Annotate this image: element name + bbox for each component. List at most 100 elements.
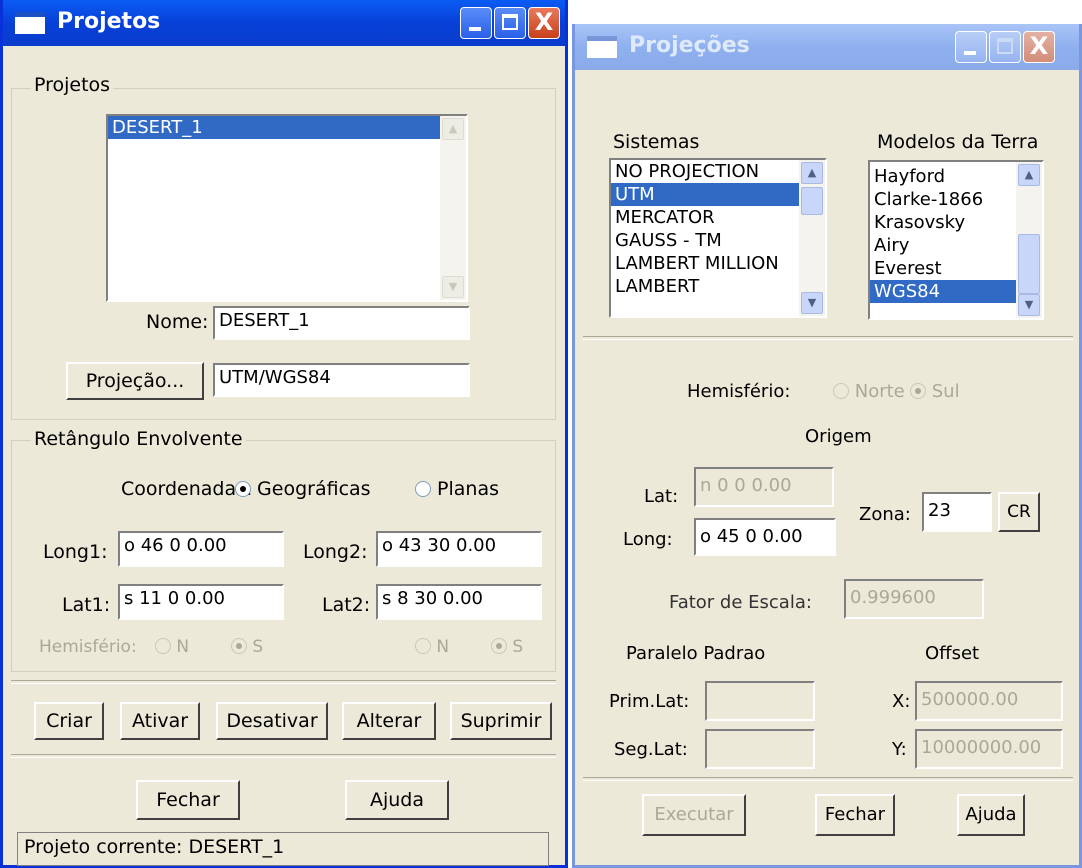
fator-label: Fator de Escala: <box>669 592 812 613</box>
projecao-field[interactable]: UTM/WGS84 <box>213 363 470 397</box>
alterar-button[interactable]: Alterar <box>342 702 436 740</box>
projetos-window: Projetos X Projetos DESERT_1 ▲ ▼ Nome: D… <box>0 0 568 868</box>
prim-lat-input[interactable] <box>705 681 815 721</box>
hem2-s-option[interactable]: S <box>491 637 523 657</box>
planas-label: Planas <box>437 478 500 500</box>
ativar-button[interactable]: Ativar <box>120 702 200 740</box>
sistema-list-item[interactable]: UTM <box>611 183 825 206</box>
sistema-list-item[interactable]: GAUSS - TM <box>611 229 825 252</box>
modelos-listbox[interactable]: Hayford Clarke-1866 Krasovsky Airy Everest WG… <box>868 160 1044 320</box>
lat-input[interactable]: n 0 0 0.00 <box>694 467 834 507</box>
projetos-group-label: Projetos <box>31 74 114 96</box>
window-icon <box>587 36 617 58</box>
seg-lat-input[interactable] <box>705 729 815 769</box>
hem2-s-label: S <box>512 637 524 657</box>
separator-bottom <box>583 777 1073 781</box>
radio-hem1-s[interactable] <box>231 638 247 654</box>
close-button[interactable]: X <box>528 7 560 39</box>
scroll-down-icon[interactable]: ▼ <box>801 292 823 314</box>
minimize-button[interactable] <box>460 7 492 39</box>
hemisferio-label: Hemisfério: <box>39 637 137 657</box>
executar-button[interactable]: Executar <box>642 794 746 836</box>
sistemas-list-items: NO PROJECTION UTM MERCATOR GAUSS - TM LAMBER… <box>611 160 825 298</box>
maximize-button[interactable] <box>494 7 526 39</box>
coord-planas-option[interactable]: Planas <box>415 478 499 500</box>
desativar-button[interactable]: Desativar <box>216 702 328 740</box>
projects-listbox[interactable]: DESERT_1 ▲ ▼ <box>106 114 468 302</box>
projetos-title-bar[interactable]: Projetos X <box>3 0 565 46</box>
long1-input[interactable]: o 46 0 0.00 <box>118 531 284 567</box>
sistemas-listbox[interactable]: NO PROJECTION UTM MERCATOR GAUSS - TM LAMBER… <box>609 158 827 318</box>
x-label: X: <box>892 691 911 712</box>
projects-scrollbar[interactable]: ▲ ▼ <box>440 116 466 300</box>
x-input[interactable]: 500000.00 <box>915 681 1063 721</box>
hem-norte-option[interactable]: Norte <box>833 381 905 402</box>
modelos-scrollbar[interactable]: ▲ ▼ <box>1016 162 1042 318</box>
minimize-button[interactable] <box>955 31 987 63</box>
status-bar: Projeto corrente: DESERT_1 <box>17 832 549 866</box>
separator-2 <box>11 754 556 758</box>
scroll-thumb[interactable] <box>1018 234 1040 294</box>
project-list-item[interactable]: DESERT_1 <box>108 116 466 139</box>
prim-lat-label: Prim.Lat: <box>609 691 690 712</box>
scroll-up-icon[interactable]: ▲ <box>801 162 823 184</box>
radio-sul[interactable] <box>910 383 926 399</box>
hem1-s-option[interactable]: S <box>231 637 263 657</box>
zona-label: Zona: <box>859 504 911 525</box>
scroll-down-icon[interactable]: ▼ <box>442 276 464 298</box>
maximize-button[interactable] <box>989 31 1021 63</box>
fechar-button[interactable]: Fechar <box>136 780 240 820</box>
zona-input[interactable]: 23 <box>922 492 992 532</box>
minimize-icon <box>469 27 481 31</box>
scroll-up-icon[interactable]: ▲ <box>442 118 464 140</box>
ajuda-button[interactable]: Ajuda <box>345 780 449 820</box>
long2-input[interactable]: o 43 30 0.00 <box>376 531 542 567</box>
sistema-list-item[interactable]: NO PROJECTION <box>611 160 825 183</box>
nome-input[interactable]: DESERT_1 <box>213 306 470 340</box>
sistema-list-item[interactable]: MERCATOR <box>611 206 825 229</box>
radio-planas[interactable] <box>415 481 431 497</box>
projecoes-title-bar[interactable]: Projeções X <box>575 24 1079 70</box>
radio-norte[interactable] <box>833 383 849 399</box>
criar-button[interactable]: Criar <box>34 702 104 740</box>
projetos-title: Projetos <box>57 9 161 34</box>
projecao-button[interactable]: Projeção... <box>66 362 204 400</box>
hem2-n-option[interactable]: N <box>415 637 449 657</box>
hem1-n-option[interactable]: N <box>155 637 189 657</box>
window-icon <box>15 12 45 34</box>
radio-hem2-s[interactable] <box>491 638 507 654</box>
hem-sul-option[interactable]: Sul <box>910 381 960 402</box>
lat1-label: Lat1: <box>62 594 111 616</box>
scroll-thumb[interactable] <box>801 187 823 215</box>
fator-input[interactable]: 0.999600 <box>844 579 984 619</box>
sul-label: Sul <box>931 381 960 402</box>
maximize-icon <box>997 38 1013 54</box>
coord-geograficas-option[interactable]: Geográficas <box>235 478 371 500</box>
ajuda-button[interactable]: Ajuda <box>957 794 1025 836</box>
scroll-up-icon[interactable]: ▲ <box>1018 164 1040 186</box>
radio-geograficas[interactable] <box>235 481 251 497</box>
radio-hem2-n[interactable] <box>415 638 431 654</box>
scroll-down-icon[interactable]: ▼ <box>1018 294 1040 316</box>
close-button[interactable]: X <box>1023 31 1055 63</box>
fechar-button[interactable]: Fechar <box>815 794 895 836</box>
lat2-input[interactable]: s 8 30 0.00 <box>376 584 542 620</box>
projects-list-items: DESERT_1 <box>108 116 466 139</box>
separator-1 <box>11 680 556 684</box>
sistemas-label: Sistemas <box>613 131 700 153</box>
cr-button[interactable]: CR <box>998 492 1040 532</box>
lat1-input[interactable]: s 11 0 0.00 <box>118 584 284 620</box>
retangulo-group-label: Retângulo Envolvente <box>31 428 246 450</box>
radio-hem1-n[interactable] <box>155 638 171 654</box>
lat-label: Lat: <box>644 486 679 507</box>
separator-top <box>583 336 1073 340</box>
long-input[interactable]: o 45 0 0.00 <box>694 518 836 556</box>
modelos-label: Modelos da Terra <box>877 131 1039 153</box>
y-label: Y: <box>892 739 907 760</box>
sistemas-scrollbar[interactable]: ▲ ▼ <box>799 160 825 316</box>
minimize-icon <box>964 51 976 55</box>
suprimir-button[interactable]: Suprimir <box>450 702 552 740</box>
y-input[interactable]: 10000000.00 <box>915 729 1063 769</box>
sistema-list-item[interactable]: LAMBERT MILLION <box>611 252 825 275</box>
sistema-list-item[interactable]: LAMBERT <box>611 275 825 298</box>
